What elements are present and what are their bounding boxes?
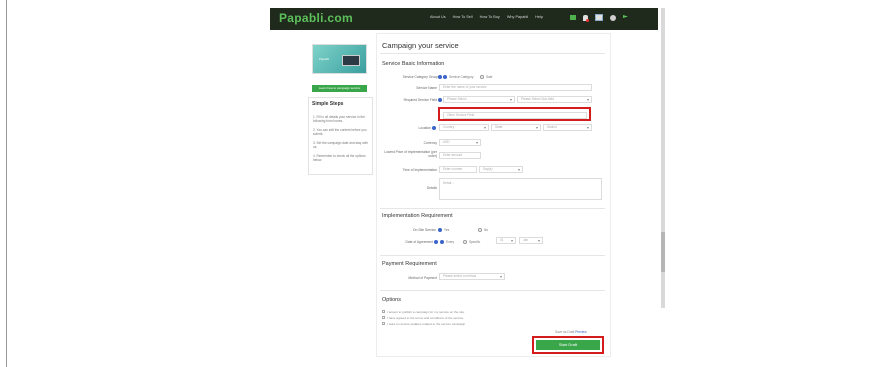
currency-label: Currency — [423, 141, 437, 145]
banner-caption: Papabli — [319, 57, 330, 61]
on-site-label: On-Site Service — [412, 228, 436, 232]
page-title: Campaign your service — [382, 41, 459, 50]
header-icons — [570, 14, 628, 22]
radio-label: Sale — [486, 75, 493, 79]
lowest-price-label: Lowest Price of Implementation (per orde… — [384, 150, 437, 158]
location-label: Location — [418, 126, 431, 130]
step-item: 3. Set the campaign date and stay with u… — [313, 141, 368, 150]
notification-icon[interactable] — [595, 14, 603, 21]
site-header: Papabli.com About Us How To Sell How To … — [270, 8, 658, 30]
divider — [380, 290, 605, 291]
service-field-select[interactable]: Please Select — [443, 96, 515, 103]
section-options-title: Options — [382, 297, 401, 303]
service-name-input[interactable]: Enter the name of your service — [439, 84, 592, 91]
radio-sale[interactable] — [480, 75, 484, 79]
message-icon[interactable] — [570, 15, 576, 20]
main-nav: About Us How To Sell How To Buy Why Papa… — [430, 15, 543, 19]
step-item: 1. Fill in all details your service in t… — [313, 115, 365, 124]
category-label: Service Category Group — [402, 75, 438, 79]
lowest-price-input[interactable]: Enter amount — [439, 152, 481, 159]
method-of-payment-label: Method of Payment — [408, 276, 437, 280]
radio-on-site-yes[interactable] — [438, 228, 442, 232]
day-select[interactable]: 01 — [496, 237, 516, 244]
user-icon[interactable] — [583, 14, 589, 22]
nav-about-us[interactable]: About Us — [430, 15, 446, 19]
divider — [380, 208, 605, 209]
highlight-submit-button — [532, 336, 604, 354]
option-checkbox[interactable] — [382, 310, 385, 313]
radio-on-site-no[interactable] — [478, 228, 482, 232]
promo-banner[interactable]: Papabli — [312, 44, 367, 74]
window-left-edge — [0, 0, 7, 367]
radio-label: Specific — [469, 240, 481, 244]
radio-specific[interactable] — [463, 240, 467, 244]
time-label: Time of Implementation — [402, 168, 437, 172]
settings-icon[interactable] — [610, 14, 616, 21]
learn-campaign-button[interactable]: Learn how to campaign service — [312, 85, 367, 92]
details-textarea[interactable]: Detail... — [439, 178, 602, 200]
divider — [380, 255, 605, 256]
option-checkbox[interactable] — [382, 316, 385, 319]
steps-title: Simple Steps — [312, 101, 344, 107]
nav-help[interactable]: Help — [535, 15, 543, 19]
district-select[interactable]: District — [543, 124, 592, 131]
date-of-agreement-label: Date of Agreement — [405, 240, 434, 244]
nav-how-to-sell[interactable]: How To Sell — [453, 15, 473, 19]
country-select[interactable]: Country — [439, 124, 489, 131]
required-field-label: Required Service Field — [403, 98, 437, 102]
service-subfield-select[interactable]: Please Select Sub-field — [517, 96, 592, 103]
option-text: I accept to publish a campaign for my se… — [387, 310, 465, 314]
divider — [380, 53, 605, 54]
radio-label: Service Category — [449, 75, 474, 79]
highlight-other-field — [438, 107, 591, 121]
radio-label: No — [484, 228, 489, 232]
option-checkbox[interactable] — [382, 322, 385, 325]
help-icon[interactable] — [432, 126, 436, 130]
radio-service-category[interactable] — [443, 75, 447, 79]
details-label: Details — [426, 186, 437, 190]
time-input[interactable]: Enter number — [439, 166, 477, 173]
scrollbar-thumb[interactable] — [661, 232, 665, 272]
section-implementation-title: Implementation Requirement — [382, 213, 453, 219]
option-text: I have agreed to the terms and condition… — [387, 316, 465, 320]
flag-icon[interactable] — [623, 15, 628, 18]
month-select[interactable]: Jan — [519, 237, 543, 244]
preview-link[interactable]: Preview — [575, 330, 586, 334]
laptop-illustration — [342, 55, 360, 66]
payment-method-select[interactable]: Please select a method — [439, 273, 505, 280]
help-icon[interactable] — [438, 98, 442, 102]
nav-how-to-buy[interactable]: How To Buy — [480, 15, 500, 19]
save-preview-links: Save as Draft Preview — [555, 330, 587, 334]
radio-label: Every — [446, 240, 455, 244]
help-icon[interactable] — [438, 75, 442, 79]
help-icon[interactable] — [434, 240, 438, 244]
step-item: 4. Remember to check all the options bel… — [313, 154, 366, 163]
radio-every[interactable] — [440, 240, 444, 244]
service-name-label: Service Name — [416, 86, 437, 90]
save-draft-link[interactable]: Save as Draft — [555, 330, 574, 334]
option-text: I want to receive updates related to the… — [387, 322, 467, 326]
radio-label: Yes — [444, 228, 450, 232]
step-item: 2. You can edit the content before you s… — [313, 128, 367, 137]
section-basic-title: Service Basic Information — [382, 61, 445, 67]
section-payment-title: Payment Requirement — [382, 261, 437, 267]
currency-select[interactable]: USD — [439, 139, 481, 146]
simple-steps-box: Simple Steps 1. Fill in all details your… — [308, 97, 373, 175]
nav-why-papabli[interactable]: Why Papabli — [507, 15, 528, 19]
state-select[interactable]: State — [491, 124, 541, 131]
time-unit-select[interactable]: Day(s) — [479, 166, 523, 173]
site-logo[interactable]: Papabli.com — [279, 11, 353, 25]
